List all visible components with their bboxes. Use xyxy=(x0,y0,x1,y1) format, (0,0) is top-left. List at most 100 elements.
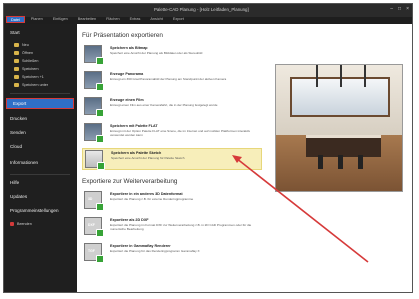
divider xyxy=(10,174,70,175)
option-description: Erzeugt einen Film aus einer Kamerafahrt… xyxy=(110,103,218,107)
option-export-3d[interactable]: 3D Exportiere in ein anderes 3D Datenfor… xyxy=(82,190,262,212)
option-description: Exportiert die Planung für das Rendering… xyxy=(110,249,200,253)
option-title: Erzeuge Panorama xyxy=(110,72,144,76)
sidebar-item-label: Öffnen xyxy=(22,51,34,55)
tab-surfaces[interactable]: Flächen xyxy=(102,16,124,23)
badge-icon xyxy=(96,203,104,211)
film-icon xyxy=(84,97,104,117)
tab-plan[interactable]: Planen xyxy=(27,16,47,23)
window-controls: – □ × xyxy=(390,6,409,12)
minimize-icon[interactable]: – xyxy=(390,6,393,12)
divider xyxy=(10,93,70,94)
sidebar-item-open[interactable]: Öffnen xyxy=(14,51,33,55)
flat-icon xyxy=(84,123,104,143)
render-preview-image xyxy=(275,64,403,192)
sidebar-item-help[interactable]: Hilfe xyxy=(10,180,19,185)
window-title: Palette-CAD Planung - [Holz Leitfaden_Pl… xyxy=(154,7,249,12)
section-title-processing: Exportiere zur Weiterverarbeitung xyxy=(82,178,178,185)
badge-icon xyxy=(96,57,104,65)
option-description: Exportiert die Planung im Format DXF zur… xyxy=(110,223,252,231)
option-title: Speichern als Bitmap xyxy=(110,46,148,50)
badge-icon xyxy=(96,229,104,237)
close-icon[interactable]: × xyxy=(406,6,409,12)
sidebar-item-export[interactable]: Export xyxy=(6,98,74,109)
tab-view[interactable]: Ansicht xyxy=(146,16,166,23)
option-palette-flat[interactable]: Speichern mit Palette FLAT Erzeugt mit d… xyxy=(82,122,262,144)
sidebar-item-label: Speichern unter xyxy=(22,83,49,87)
option-description: Speichert eine Ansicht der Planung für P… xyxy=(111,156,185,160)
option-export-dxf[interactable]: DXF Exportiere als 2D DXF Exportiert die… xyxy=(82,216,262,238)
sidebar-item-label: Beenden xyxy=(17,222,32,226)
folder-icon xyxy=(14,51,19,55)
sidebar-item-label: Schließen xyxy=(22,59,39,63)
file-type-label: DXF xyxy=(88,223,95,227)
folder-icon xyxy=(14,67,19,71)
exit-icon xyxy=(10,222,14,226)
tab-insert[interactable]: Einfügen xyxy=(49,16,72,23)
renderer-file-icon: TGF xyxy=(84,243,104,263)
sidebar-item-start[interactable]: Start xyxy=(10,30,20,35)
section-title-presentation: Für Präsentation exportieren xyxy=(82,32,163,39)
badge-icon xyxy=(96,109,104,117)
option-title: Exportiere in Gammaflay Renderer xyxy=(110,244,171,248)
image-icon xyxy=(84,45,104,65)
tab-edit[interactable]: Bearbeiten xyxy=(74,16,100,23)
sidebar-item-save[interactable]: Speichern xyxy=(14,67,39,71)
3d-file-icon: 3D xyxy=(84,191,104,211)
badge-icon xyxy=(96,83,104,91)
tab-export[interactable]: Export xyxy=(169,16,188,23)
badge-icon xyxy=(96,255,104,263)
application-window: Palette-CAD Planung - [Holz Leitfaden_Pl… xyxy=(3,3,413,293)
option-export-renderer[interactable]: TGF Exportiere in Gammaflay Renderer Exp… xyxy=(82,242,262,264)
sidebar-item-label: Speichern +1 xyxy=(22,75,44,79)
tab-file[interactable]: Datei xyxy=(6,16,25,23)
preview-lamp xyxy=(316,65,318,87)
tab-extras[interactable]: Extras xyxy=(126,16,145,23)
option-description: Erzeugt ein 360 Grad Panoramabild der Pl… xyxy=(110,77,227,81)
badge-icon xyxy=(96,135,104,143)
sidebar-item-info[interactable]: Informationen xyxy=(10,160,38,165)
sidebar-item-save-as[interactable]: Speichern unter xyxy=(14,83,48,87)
sidebar-item-settings[interactable]: Programmeinstellungen xyxy=(10,208,59,213)
folder-icon xyxy=(14,75,19,79)
sketch-icon xyxy=(85,150,105,170)
sidebar-item-label: Neu xyxy=(22,43,29,47)
option-description: Erzeugt mit der Option Palette FLAT eine… xyxy=(110,129,251,137)
file-type-label: TGF xyxy=(88,249,95,253)
sidebar-item-updates[interactable]: Updates xyxy=(10,194,27,199)
sidebar-item-close[interactable]: Schließen xyxy=(14,59,38,63)
export-panel: Für Präsentation exportieren Speichern a… xyxy=(77,24,412,292)
backstage-sidebar: Start Neu Öffnen Schließen Speichern Spe… xyxy=(4,24,76,292)
folder-icon xyxy=(14,43,19,47)
option-title: Speichern als Palette Sketch xyxy=(111,151,162,155)
option-title: Speichern mit Palette FLAT xyxy=(110,124,158,128)
panorama-icon xyxy=(84,71,104,91)
option-save-bitmap[interactable]: Speichern als Bitmap Speichert eine Ansi… xyxy=(82,44,262,66)
sidebar-item-exit[interactable]: Beenden xyxy=(10,222,32,226)
option-title: Exportiere in ein anderes 3D Datenformat xyxy=(110,192,183,196)
maximize-icon[interactable]: □ xyxy=(398,6,401,12)
preview-stool xyxy=(318,155,323,169)
preview-lamp xyxy=(364,65,366,87)
sidebar-item-label: Speichern xyxy=(22,67,39,71)
folder-icon xyxy=(14,59,19,63)
option-panorama[interactable]: Erzeuge Panorama Erzeugt ein 360 Grad Pa… xyxy=(82,70,262,92)
preview-lamp xyxy=(340,65,342,87)
sidebar-item-send[interactable]: Senden xyxy=(10,130,26,135)
dxf-file-icon: DXF xyxy=(84,217,104,237)
option-palette-sketch[interactable]: Speichern als Palette Sketch Speichert e… xyxy=(82,148,262,170)
file-type-label: 3D xyxy=(88,197,93,201)
option-description: Exportiert die Planung z.B. für externe … xyxy=(110,197,194,201)
option-title: Erzeuge einen Film xyxy=(110,98,144,102)
option-description: Speichert eine Ansicht der Planung als B… xyxy=(110,51,203,55)
preview-counter xyxy=(306,135,381,157)
sidebar-item-new[interactable]: Neu xyxy=(14,43,29,47)
badge-icon xyxy=(97,162,105,170)
sidebar-item-print[interactable]: Drucken xyxy=(10,116,27,121)
folder-icon xyxy=(14,83,19,87)
sidebar-item-cloud[interactable]: Cloud xyxy=(10,144,22,149)
sidebar-item-label: Export xyxy=(13,101,27,106)
preview-stool xyxy=(338,155,343,169)
option-film[interactable]: Erzeuge einen Film Erzeugt einen Film au… xyxy=(82,96,262,118)
sidebar-item-save-plus[interactable]: Speichern +1 xyxy=(14,75,44,79)
